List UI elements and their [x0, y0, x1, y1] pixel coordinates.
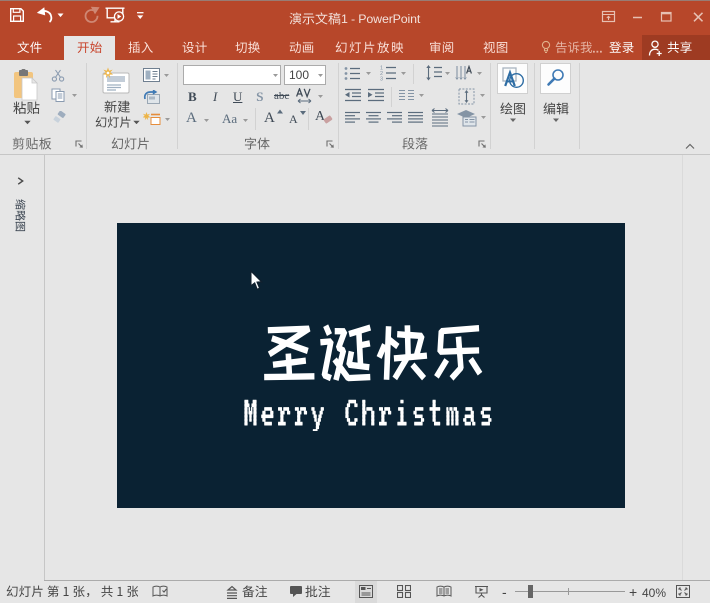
svg-text:3: 3 — [380, 77, 383, 82]
